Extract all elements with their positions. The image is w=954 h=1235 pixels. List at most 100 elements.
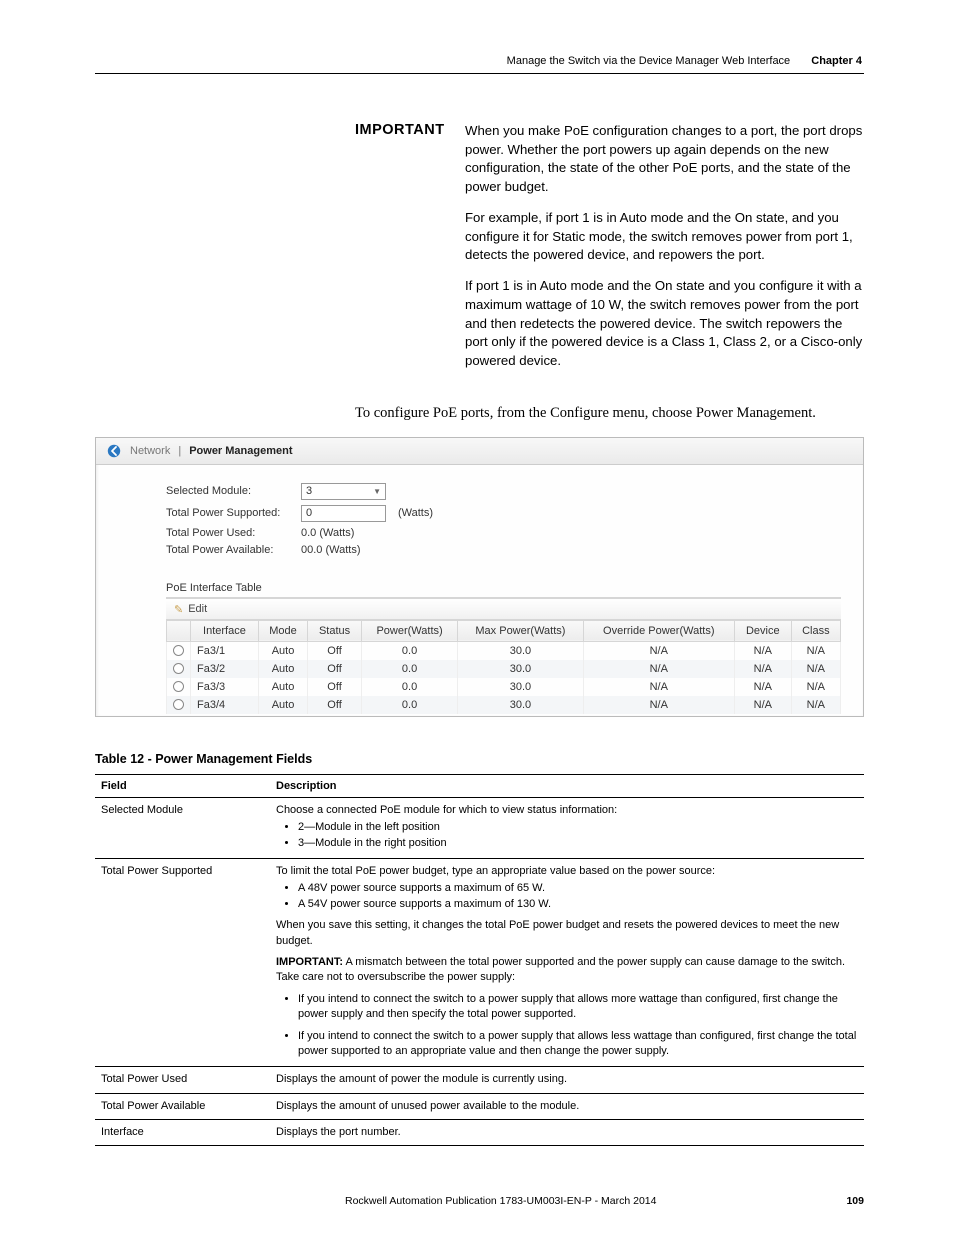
col-status: Status <box>308 620 362 641</box>
col-power: Power(Watts) <box>361 620 457 641</box>
col-interface: Interface <box>191 620 259 641</box>
cell-class: N/A <box>791 660 840 678</box>
col-override: Override Power(Watts) <box>583 620 734 641</box>
cell-interface: Fa3/1 <box>191 641 259 660</box>
cell-override: N/A <box>583 696 734 714</box>
tbl12-r0-b2: 3—Module in the right position <box>298 836 858 851</box>
selected-module-label: Selected Module: <box>166 485 301 497</box>
tbl12-r1-intro: To limit the total PoE power budget, typ… <box>276 865 715 877</box>
radio-icon[interactable] <box>173 681 184 692</box>
tbl12-desc: Displays the amount of power the module … <box>270 1067 864 1093</box>
cell-mode: Auto <box>258 660 307 678</box>
cell-status: Off <box>308 696 362 714</box>
important-label: IMPORTANT <box>355 122 445 383</box>
table12-caption: Table 12 - Power Management Fields <box>95 752 864 766</box>
tbl12-r0-b1: 2—Module in the left position <box>298 820 858 835</box>
table12: Field Description Selected Module Choose… <box>95 774 864 1147</box>
crumb-network[interactable]: Network <box>130 445 170 457</box>
table-row[interactable]: Fa3/4 Auto Off 0.0 30.0 N/A N/A N/A <box>167 696 841 714</box>
tbl12-r1-imp-label: IMPORTANT: <box>276 956 343 968</box>
tbl12-r1-line2: When you save this setting, it changes t… <box>276 918 858 949</box>
cell-status: Off <box>308 660 362 678</box>
selected-module-value: 3 <box>306 485 312 497</box>
tbl12-desc: To limit the total PoE power budget, typ… <box>270 858 864 1066</box>
col-maxpower: Max Power(Watts) <box>458 620 583 641</box>
cell-status: Off <box>308 641 362 660</box>
total-supported-value: 0 <box>306 507 312 519</box>
cell-maxpower: 30.0 <box>458 696 583 714</box>
th-field: Field <box>95 774 270 797</box>
header-title: Manage the Switch via the Device Manager… <box>507 55 791 67</box>
tbl12-row-interface: Interface Displays the port number. <box>95 1120 864 1146</box>
poe-interface-table: Interface Mode Status Power(Watts) Max P… <box>166 620 841 714</box>
cell-power: 0.0 <box>361 641 457 660</box>
cell-device: N/A <box>734 678 791 696</box>
cell-override: N/A <box>583 641 734 660</box>
important-text: When you make PoE configuration changes … <box>465 122 864 383</box>
total-supported-input[interactable]: 0 <box>301 505 386 522</box>
cell-device: N/A <box>734 696 791 714</box>
important-p1: When you make PoE configuration changes … <box>465 122 864 197</box>
tbl12-field: Total Power Available <box>95 1093 270 1119</box>
total-avail-value: 00.0 (Watts) <box>301 544 361 556</box>
important-p2: For example, if port 1 is in Auto mode a… <box>465 209 864 265</box>
chevron-down-icon: ▼ <box>373 487 381 496</box>
header-chapter: Chapter 4 <box>811 55 862 67</box>
crumb-sep: | <box>178 445 181 457</box>
cell-maxpower: 30.0 <box>458 660 583 678</box>
tbl12-desc: Displays the amount of unused power avai… <box>270 1093 864 1119</box>
pencil-icon: ✎ <box>174 603 183 616</box>
tbl12-field: Selected Module <box>95 797 270 858</box>
table-row[interactable]: Fa3/1 Auto Off 0.0 30.0 N/A N/A N/A <box>167 641 841 660</box>
cell-override: N/A <box>583 678 734 696</box>
tbl12-desc: Choose a connected PoE module for which … <box>270 797 864 858</box>
cell-power: 0.0 <box>361 696 457 714</box>
page-header: Manage the Switch via the Device Manager… <box>95 55 864 67</box>
cell-interface: Fa3/4 <box>191 696 259 714</box>
tbl12-row-total-available: Total Power Available Displays the amoun… <box>95 1093 864 1119</box>
th-desc: Description <box>270 774 864 797</box>
radio-icon[interactable] <box>173 645 184 656</box>
tbl12-r1-b1: A 48V power source supports a maximum of… <box>298 881 858 896</box>
col-mode: Mode <box>258 620 307 641</box>
col-class: Class <box>791 620 840 641</box>
total-used-label: Total Power Used: <box>166 527 301 539</box>
tbl12-row-total-used: Total Power Used Displays the amount of … <box>95 1067 864 1093</box>
tbl12-r1-b3: If you intend to connect the switch to a… <box>298 992 858 1023</box>
cell-mode: Auto <box>258 641 307 660</box>
crumb-power: Power Management <box>189 445 292 457</box>
important-p3: If port 1 is in Auto mode and the On sta… <box>465 277 864 371</box>
cell-interface: Fa3/2 <box>191 660 259 678</box>
selected-module-select[interactable]: 3 ▼ <box>301 483 386 500</box>
page-footer: Rockwell Automation Publication 1783-UM0… <box>0 1195 954 1207</box>
tbl12-field: Interface <box>95 1120 270 1146</box>
col-device: Device <box>734 620 791 641</box>
cell-override: N/A <box>583 660 734 678</box>
cell-class: N/A <box>791 641 840 660</box>
watts-label: (Watts) <box>398 507 433 519</box>
cell-device: N/A <box>734 641 791 660</box>
cell-maxpower: 30.0 <box>458 641 583 660</box>
table-header-row: Interface Mode Status Power(Watts) Max P… <box>167 620 841 641</box>
cell-class: N/A <box>791 696 840 714</box>
tbl12-field: Total Power Used <box>95 1067 270 1093</box>
breadcrumb: Network | Power Management <box>96 438 863 465</box>
table-row[interactable]: Fa3/3 Auto Off 0.0 30.0 N/A N/A N/A <box>167 678 841 696</box>
col-radio <box>167 620 191 641</box>
cell-device: N/A <box>734 660 791 678</box>
cell-mode: Auto <box>258 678 307 696</box>
edit-button[interactable]: ✎ Edit <box>166 599 841 620</box>
tbl12-field: Total Power Supported <box>95 858 270 1066</box>
tbl12-r1-imp-text: A mismatch between the total power suppo… <box>276 956 845 983</box>
tbl12-r0-intro: Choose a connected PoE module for which … <box>276 804 617 816</box>
edit-label: Edit <box>188 603 207 615</box>
footer-pub: Rockwell Automation Publication 1783-UM0… <box>155 1195 846 1207</box>
cell-power: 0.0 <box>361 678 457 696</box>
cell-interface: Fa3/3 <box>191 678 259 696</box>
radio-icon[interactable] <box>173 699 184 710</box>
radio-icon[interactable] <box>173 663 184 674</box>
cell-mode: Auto <box>258 696 307 714</box>
back-icon[interactable] <box>106 443 122 459</box>
screenshot-panel: Network | Power Management Selected Modu… <box>95 437 864 717</box>
table-row[interactable]: Fa3/2 Auto Off 0.0 30.0 N/A N/A N/A <box>167 660 841 678</box>
